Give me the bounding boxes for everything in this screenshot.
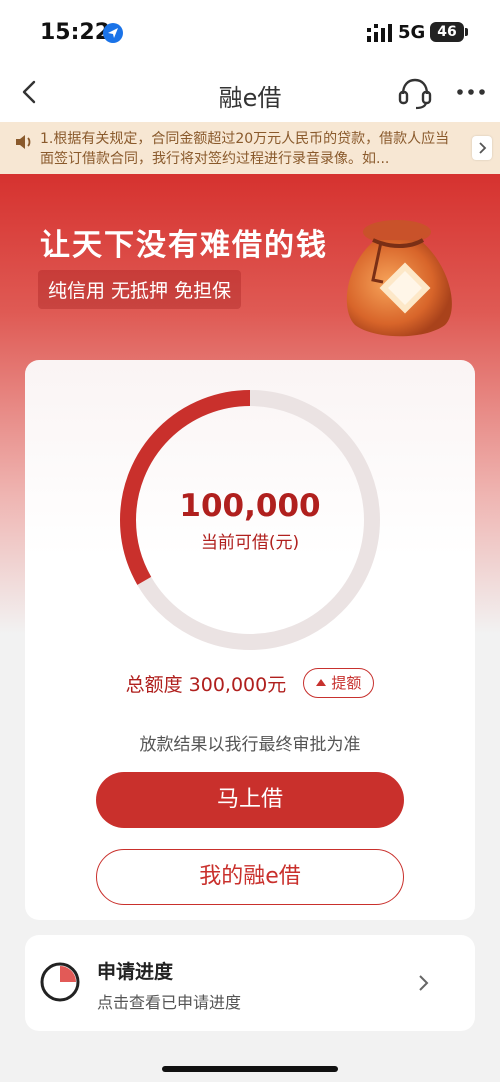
progress-title: 申请进度 (97, 961, 174, 983)
total-limit: 总额度 300,000元 (125, 673, 287, 696)
battery-tip (465, 28, 468, 36)
total-limit-row: 总额度 300,000元 提额 (25, 668, 475, 698)
location-icon (102, 22, 124, 48)
raise-limit-label: 提额 (331, 674, 362, 692)
progress-pie-icon (39, 961, 81, 1007)
hero-slogan: 让天下没有难借的钱 (40, 228, 328, 263)
available-amount: 100,000 (179, 488, 321, 524)
home-indicator (162, 1066, 338, 1072)
battery-icon: 46 (430, 22, 464, 42)
more-icon[interactable] (455, 76, 487, 112)
application-progress-card[interactable]: 申请进度 点击查看已申请进度 (25, 935, 475, 1031)
notice-expand-icon[interactable] (472, 136, 492, 160)
approval-note: 放款结果以我行最终审批为准 (139, 735, 361, 755)
customer-service-icon[interactable] (397, 76, 433, 114)
notice-bar[interactable]: 1.根据有关规定，合同金额超过20万元人民币的贷款，借款人应当面签订借款合同，我… (0, 122, 500, 174)
notice-text: 1.根据有关规定，合同金额超过20万元人民币的贷款，借款人应当面签订借款合同，我… (40, 131, 450, 167)
money-bag-icon (335, 210, 465, 344)
progress-subtitle: 点击查看已申请进度 (97, 993, 242, 1012)
loan-card: 100,000 当前可借(元) 总额度 300,000元 提额 放款结果以我行最… (25, 360, 475, 920)
my-loan-button[interactable]: 我的融e借 (96, 849, 404, 905)
arrow-up-icon (316, 679, 327, 686)
status-time: 15:22 (40, 20, 111, 45)
hero-tagline: 纯信用 无抵押 免担保 (38, 270, 242, 309)
chevron-right-icon (417, 973, 431, 997)
speaker-icon (14, 132, 34, 156)
network-label: 5G (398, 22, 426, 43)
raise-limit-button[interactable]: 提额 (303, 668, 375, 698)
status-bar: 15:22 5G 46 (0, 0, 500, 62)
available-label: 当前可借(元) (200, 533, 300, 553)
nav-bar: 融e借 (0, 62, 500, 122)
signal-icon (367, 24, 393, 46)
borrow-now-button[interactable]: 马上借 (96, 772, 404, 828)
